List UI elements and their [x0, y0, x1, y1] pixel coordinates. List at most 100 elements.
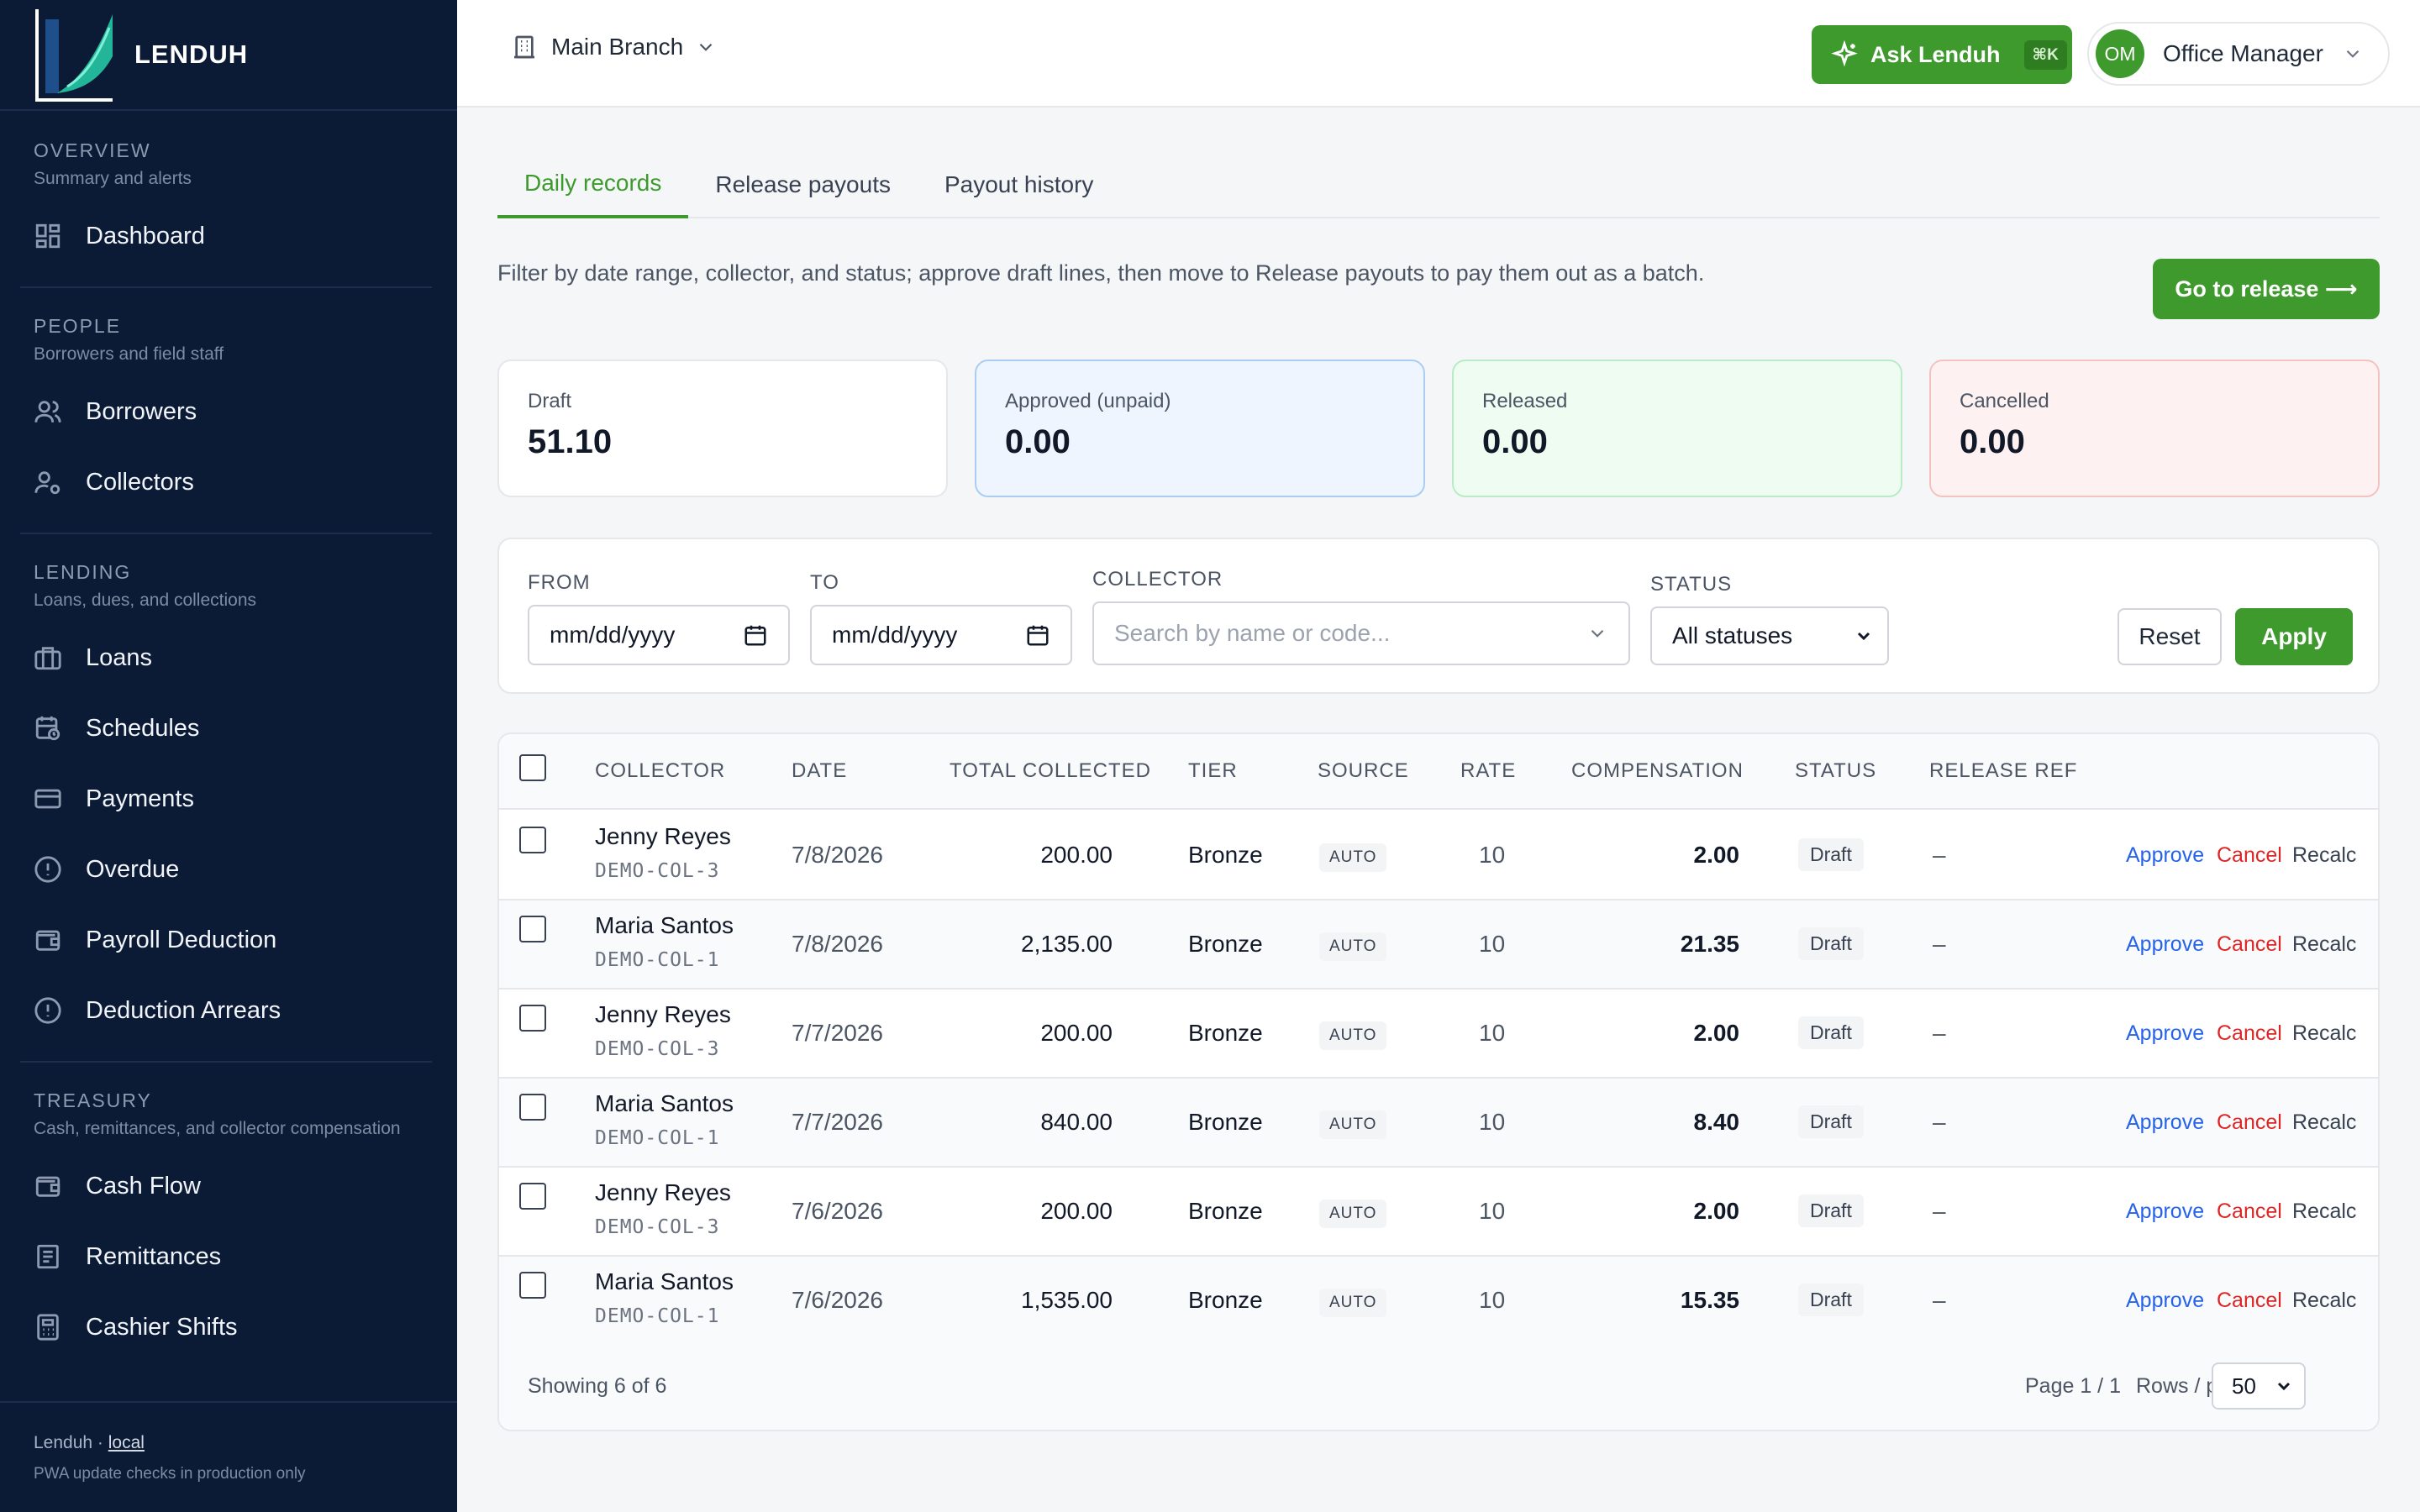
table-footer: Showing 6 of 6 Page 1 / 1 Rows / page 50	[499, 1342, 2378, 1430]
app-version: Lenduh · local	[34, 1433, 424, 1453]
cancel-link[interactable]: Cancel	[2217, 1110, 2282, 1135]
sidebar-item-loans[interactable]: Loans	[34, 622, 408, 693]
to-date-input[interactable]: mm/dd/yyyy	[810, 605, 1072, 665]
section-subtitle: Cash, remittances, and collector compens…	[34, 1119, 401, 1138]
brand[interactable]: LENDUH	[0, 0, 457, 111]
page-indicator: Page 1 / 1	[2025, 1374, 2121, 1398]
col-tier[interactable]: TIER	[1188, 759, 1238, 783]
sidebar-item-schedules[interactable]: Schedules	[34, 693, 408, 764]
recalc-link[interactable]: Recalc	[2292, 1110, 2356, 1135]
section-title: OVERVIEW	[34, 139, 151, 161]
card-label: Approved (unpaid)	[1005, 390, 1171, 412]
col-release-ref[interactable]: RELEASE REF	[1929, 759, 2077, 783]
from-date-input[interactable]: mm/dd/yyyy	[528, 605, 790, 665]
reset-button[interactable]: Reset	[2118, 608, 2222, 665]
row-checkbox[interactable]	[519, 1094, 546, 1121]
record-date: 7/7/2026	[792, 1109, 883, 1135]
recalc-link[interactable]: Recalc	[2292, 1021, 2356, 1046]
nav-section-overview: OVERVIEW Summary and alerts Dashboard	[20, 113, 432, 288]
recalc-link[interactable]: Recalc	[2292, 1200, 2356, 1224]
row-checkbox[interactable]	[519, 916, 546, 942]
col-rate[interactable]: RATE	[1460, 759, 1516, 783]
cancel-link[interactable]: Cancel	[2217, 1289, 2282, 1313]
sidebar-item-borrowers[interactable]: Borrowers	[34, 376, 408, 447]
record-date: 7/7/2026	[792, 1020, 883, 1046]
col-status[interactable]: STATUS	[1795, 759, 1876, 783]
alert-circle-icon	[34, 855, 62, 884]
collector-code: DEMO-COL-3	[595, 860, 720, 882]
cancel-link[interactable]: Cancel	[2217, 932, 2282, 957]
section-title: PEOPLE	[34, 315, 122, 337]
approve-link[interactable]: Approve	[2126, 1110, 2204, 1135]
approve-link[interactable]: Approve	[2126, 1021, 2204, 1046]
sidebar-item-cash-flow[interactable]: Cash Flow	[34, 1151, 408, 1221]
tab-daily-records[interactable]: Daily records	[497, 151, 689, 218]
apply-button[interactable]: Apply	[2235, 608, 2353, 665]
col-source[interactable]: SOURCE	[1318, 759, 1409, 783]
tier: Bronze	[1188, 842, 1263, 868]
table-row[interactable]: Maria Santos DEMO-COL-1 7/8/2026 2,135.00 Br…	[499, 900, 2378, 990]
recalc-link[interactable]: Recalc	[2292, 843, 2356, 868]
section-subtitle: Summary and alerts	[34, 169, 192, 188]
recalc-link[interactable]: Recalc	[2292, 932, 2356, 957]
approve-link[interactable]: Approve	[2126, 932, 2204, 957]
users-icon	[34, 397, 62, 426]
sidebar-item-label: Borrowers	[86, 397, 197, 425]
to-date-value: mm/dd/yyyy	[832, 622, 958, 648]
briefcase-icon	[34, 643, 62, 672]
sidebar-nav[interactable]: OVERVIEW Summary and alerts Dashboard PE…	[0, 113, 457, 1401]
nav-section-people: PEOPLE Borrowers and field staff Borrowe…	[20, 288, 432, 534]
calendar-icon[interactable]	[1025, 622, 1050, 648]
collector-label: COLLECTOR	[1092, 568, 1223, 591]
tab-payout-history[interactable]: Payout history	[918, 151, 1120, 218]
cancel-link[interactable]: Cancel	[2217, 1021, 2282, 1046]
sidebar-item-collectors[interactable]: Collectors	[34, 447, 408, 517]
sidebar-item-remittances[interactable]: Remittances	[34, 1221, 408, 1292]
sidebar-item-label: Remittances	[86, 1242, 222, 1270]
collector-name: Maria Santos	[595, 1090, 734, 1116]
from-date-value: mm/dd/yyyy	[550, 622, 676, 648]
table-row[interactable]: Jenny Reyes DEMO-COL-3 7/7/2026 200.00 Bronz…	[499, 990, 2378, 1079]
row-checkbox[interactable]	[519, 1272, 546, 1299]
sidebar-item-label: Collectors	[86, 468, 194, 496]
sidebar-item-payroll-deduction[interactable]: Payroll Deduction	[34, 905, 408, 975]
sidebar-item-label: Cash Flow	[86, 1172, 201, 1200]
approve-link[interactable]: Approve	[2126, 1289, 2204, 1313]
cancel-link[interactable]: Cancel	[2217, 843, 2282, 868]
sidebar-item-payments[interactable]: Payments	[34, 764, 408, 834]
row-checkbox[interactable]	[519, 1005, 546, 1032]
row-checkbox[interactable]	[519, 1183, 546, 1210]
table-row[interactable]: Maria Santos DEMO-COL-1 7/7/2026 840.00 Bron…	[499, 1079, 2378, 1168]
row-checkbox[interactable]	[519, 827, 546, 853]
cancel-link[interactable]: Cancel	[2217, 1200, 2282, 1224]
sidebar-item-deduction-arrears[interactable]: Deduction Arrears	[34, 975, 408, 1046]
recalc-link[interactable]: Recalc	[2292, 1289, 2356, 1313]
tab-release-payouts[interactable]: Release payouts	[688, 151, 918, 218]
table-row[interactable]: Jenny Reyes DEMO-COL-3 7/8/2026 200.00 Bronz…	[499, 811, 2378, 900]
go-to-release-button[interactable]: Go to release ⟶	[2153, 259, 2380, 319]
ask-lenduh-button[interactable]: Ask Lenduh ⌘K	[1812, 25, 2072, 84]
rows-per-page-select[interactable]: 50	[2212, 1362, 2306, 1410]
collector-search-input[interactable]: Search by name or code...	[1092, 601, 1630, 665]
sidebar-item-dashboard[interactable]: Dashboard	[34, 201, 408, 271]
sidebar-item-overdue[interactable]: Overdue	[34, 834, 408, 905]
status-select[interactable]: All statuses	[1650, 606, 1889, 665]
release-ref: –	[1933, 1020, 1946, 1046]
col-collector[interactable]: COLLECTOR	[595, 759, 725, 783]
col-date[interactable]: DATE	[792, 759, 847, 783]
approve-link[interactable]: Approve	[2126, 1200, 2204, 1224]
total-collected: 200.00	[1040, 1020, 1113, 1046]
table-row[interactable]: Maria Santos DEMO-COL-1 7/6/2026 1,535.00 Br…	[499, 1257, 2378, 1346]
approve-link[interactable]: Approve	[2126, 843, 2204, 868]
table-row[interactable]: Jenny Reyes DEMO-COL-3 7/6/2026 200.00 Bronz…	[499, 1168, 2378, 1257]
col-total-collected[interactable]: TOTAL COLLECTED	[950, 759, 1151, 783]
env-link[interactable]: local	[108, 1433, 145, 1452]
col-compensation[interactable]: COMPENSATION	[1571, 759, 1744, 783]
user-menu-button[interactable]: OM Office Manager	[2087, 22, 2390, 86]
app-name: Lenduh ·	[34, 1433, 103, 1452]
calendar-icon[interactable]	[743, 622, 768, 648]
sidebar-item-cashier-shifts[interactable]: Cashier Shifts	[34, 1292, 408, 1362]
total-collected: 200.00	[1040, 1198, 1113, 1224]
branch-selector[interactable]: Main Branch	[511, 34, 717, 60]
select-all-checkbox[interactable]	[519, 754, 546, 781]
